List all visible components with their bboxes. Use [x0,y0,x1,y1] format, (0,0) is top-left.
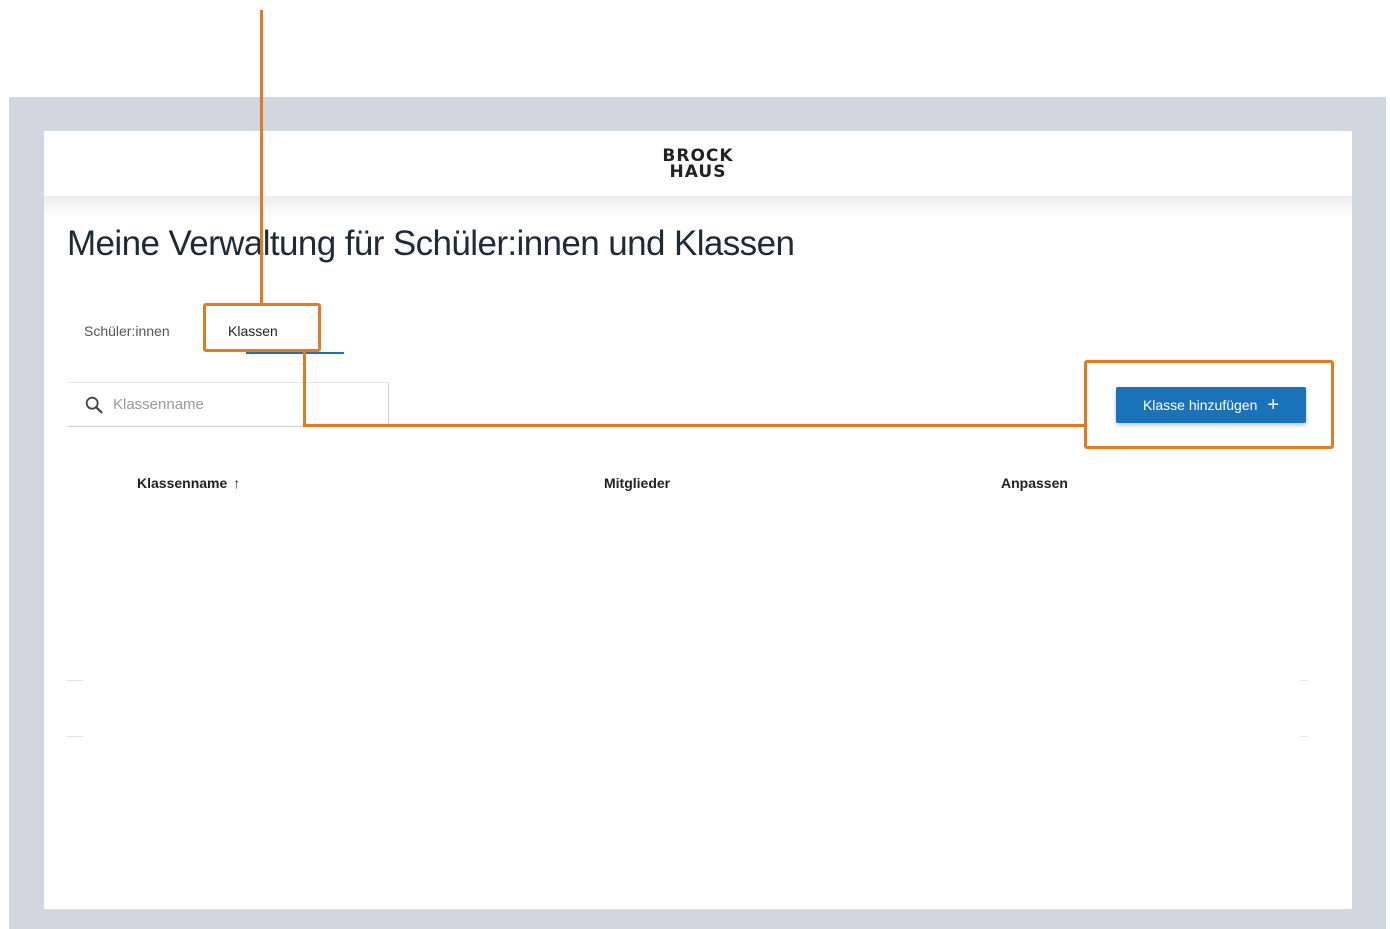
search-icon [85,396,103,413]
annotation-connector-line [303,352,306,426]
column-label-klassenname: Klassenname [137,475,228,491]
class-search-field[interactable] [67,382,389,427]
app-header: BROCK HAUS [44,131,1352,196]
row-divider-left [67,680,83,681]
annotation-box-klassen-tab [203,303,321,352]
page-title: Meine Verwaltung für Schüler:innen und K… [67,224,795,263]
annotation-callout-line [260,10,263,305]
annotation-connector-line [303,424,1086,427]
row-divider-right [1300,736,1308,737]
tab-schuelerinnen[interactable]: Schüler:innen [84,317,170,345]
row-divider-right [1300,680,1308,681]
logo-line-2: HAUS [669,161,727,182]
row-divider-left [67,736,83,737]
column-header-klassenname[interactable]: Klassenname ↑ [137,475,240,491]
column-header-anpassen: Anpassen [1001,475,1068,491]
brockhaus-logo[interactable]: BROCK HAUS [662,147,733,182]
active-tab-indicator [246,352,344,354]
search-input[interactable] [111,395,375,414]
column-header-mitglieder: Mitglieder [604,475,671,491]
header-shadow [44,196,1352,218]
sort-ascending-icon[interactable]: ↑ [233,475,240,491]
annotation-box-add-button [1084,360,1334,449]
app-window: BROCK HAUS Meine Verwaltung für Schüler:… [44,131,1352,909]
